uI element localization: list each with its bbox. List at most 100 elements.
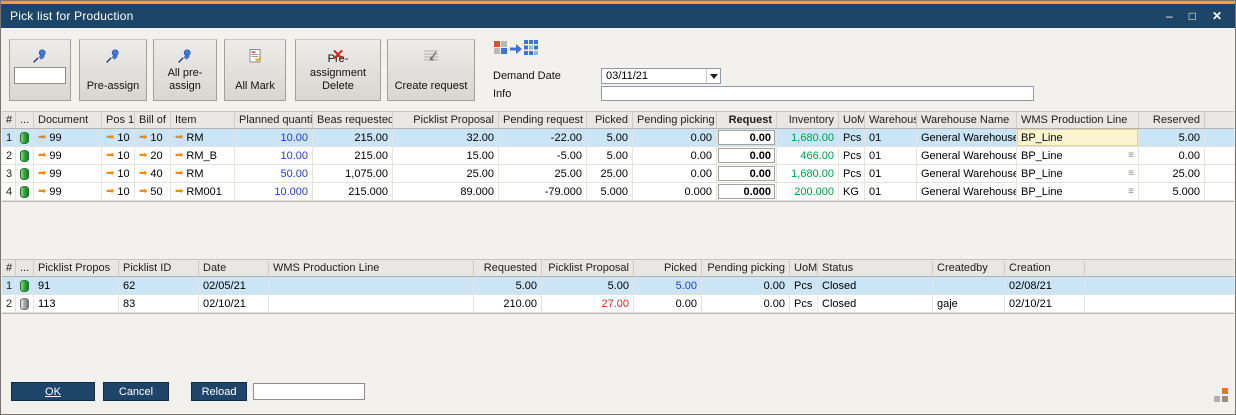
production-pick-cell[interactable]: 0.00 [633,129,717,146]
production-pick-cell[interactable]: ➡10 [102,183,135,200]
picklist-history-cell[interactable]: 02/10/21 [199,295,269,312]
production-pick-cell[interactable]: General Warehouse [917,183,1017,200]
production-pick-cell[interactable]: 1,075.00 [313,165,393,182]
production-pick-cell[interactable]: 0.000 [633,183,717,200]
production-pick-cell[interactable]: ➡10 [102,165,135,182]
production-pick-cell[interactable]: 89.000 [393,183,499,200]
production-pick-cell[interactable]: 01 [865,165,917,182]
choose-from-list-icon[interactable]: ≡ [1128,186,1134,197]
production-pick-cell[interactable]: 0.00 [717,147,777,164]
production-pick-column-header[interactable]: Inventory [777,112,839,128]
picklist-history-column-header[interactable]: Createdby [933,260,1005,276]
picklist-history-column-header[interactable]: Requested [474,260,542,276]
picklist-history-cell[interactable]: 5.00 [474,277,542,294]
production-pick-cell[interactable]: Pcs [839,129,865,146]
production-pick-cell[interactable]: ➡99 [34,147,102,164]
production-pick-cell[interactable]: ➡RM_B [171,147,235,164]
picklist-history-cell[interactable] [933,277,1005,294]
production-pick-column-header[interactable]: Warehouse Name [917,112,1017,128]
picklist-history-cell[interactable]: Pcs [790,295,818,312]
production-pick-cell[interactable] [16,183,34,200]
production-pick-cell[interactable] [16,165,34,182]
production-pick-cell[interactable]: ➡RM [171,129,235,146]
choose-from-list-icon[interactable]: ≡ [1128,150,1134,161]
link-arrow-icon[interactable]: ➡ [106,187,114,197]
picklist-history-row[interactable]: 1916202/05/215.005.005.000.00PcsClosed02… [2,277,1234,295]
pre-assign-button[interactable]: Pre-assign [79,39,147,101]
production-pick-cell[interactable]: -22.00 [499,129,587,146]
production-pick-column-header[interactable]: Pos 1 [102,112,135,128]
production-pick-cell[interactable]: ➡99 [34,165,102,182]
picklist-history-column-header[interactable]: Picklist Propos [34,260,119,276]
picklist-history-column-header[interactable]: Picklist Proposal [542,260,634,276]
production-pick-row[interactable]: 3➡99➡10➡40➡RM50.001,075.0025.0025.0025.0… [2,165,1234,183]
picklist-history-cell[interactable]: 27.00 [542,295,634,312]
picklist-history-cell[interactable] [269,277,474,294]
link-arrow-icon[interactable]: ➡ [139,151,147,161]
production-pick-row[interactable]: 4➡99➡10➡50➡RM00110.000215.00089.000-79.0… [2,183,1234,201]
production-pick-cell[interactable]: 5.000 [1139,183,1205,200]
production-pick-column-header[interactable]: Reserved [1139,112,1205,128]
picklist-history-column-header[interactable]: UoM [790,260,818,276]
picklist-history-column-header[interactable]: Pending picking [702,260,790,276]
production-pick-cell[interactable]: 3 [2,165,16,182]
production-pick-column-header[interactable]: Document [34,112,102,128]
picklist-history-column-header[interactable]: Status [818,260,933,276]
production-pick-cell[interactable]: 215.00 [313,147,393,164]
production-pick-cell[interactable]: 215.000 [313,183,393,200]
production-pick-cell[interactable]: 01 [865,183,917,200]
picklist-history-cell[interactable]: 83 [119,295,199,312]
link-arrow-icon[interactable]: ➡ [139,169,147,179]
picklist-history-cell[interactable] [16,295,34,312]
production-pick-cell[interactable]: 25.00 [499,165,587,182]
production-pick-cell[interactable]: General Warehouse [917,165,1017,182]
production-pick-column-header[interactable]: Picklist Proposal [393,112,499,128]
request-input[interactable]: 0.000 [718,184,775,199]
production-pick-cell[interactable]: 10.000 [235,183,313,200]
production-pick-row[interactable]: 1➡99➡10➡10➡RM10.00215.0032.00-22.005.000… [2,129,1234,147]
link-arrow-icon[interactable]: ➡ [175,151,183,161]
production-pick-cell[interactable]: 25.00 [1139,165,1205,182]
production-pick-cell[interactable]: ➡99 [34,183,102,200]
production-pick-cell[interactable]: 01 [865,129,917,146]
link-arrow-icon[interactable]: ➡ [175,133,183,143]
picklist-history-cell[interactable]: 0.00 [702,277,790,294]
production-pick-cell[interactable]: 200.000 [777,183,839,200]
production-pick-column-header[interactable]: Warehouse [865,112,917,128]
picklist-history-column-header[interactable]: # [2,260,16,276]
production-pick-column-header[interactable]: Planned quantity [235,112,313,128]
ok-button[interactable]: OK [11,382,95,401]
link-arrow-icon[interactable]: ➡ [38,133,46,143]
picklist-history-cell[interactable]: 62 [119,277,199,294]
production-pick-cell[interactable]: 5.000 [587,183,633,200]
link-arrow-icon[interactable]: ➡ [175,187,183,197]
production-pick-cell[interactable]: BP_Line≡ [1017,183,1139,200]
link-arrow-icon[interactable]: ➡ [106,169,114,179]
production-pick-cell[interactable]: 15.00 [393,147,499,164]
production-pick-cell[interactable]: -79.000 [499,183,587,200]
all-mark-button[interactable]: All Mark [224,39,286,101]
production-pick-cell[interactable]: KG [839,183,865,200]
picklist-history-cell[interactable]: 2 [2,295,16,312]
picklist-history-cell[interactable]: 91 [34,277,119,294]
production-pick-cell[interactable]: ➡99 [34,129,102,146]
production-pick-column-header[interactable]: # [2,112,16,128]
production-pick-cell[interactable]: -5.00 [499,147,587,164]
production-pick-cell[interactable]: ➡10 [135,129,171,146]
production-pick-cell[interactable]: 466.00 [777,147,839,164]
production-pick-cell[interactable]: 0.00 [633,147,717,164]
link-arrow-icon[interactable]: ➡ [139,187,147,197]
production-pick-cell[interactable]: General Warehouse [917,129,1017,146]
picklist-history-cell[interactable]: 02/08/21 [1005,277,1085,294]
production-pick-cell[interactable]: 5.00 [587,129,633,146]
production-pick-cell[interactable]: 50.00 [235,165,313,182]
production-pick-cell[interactable]: 5.00 [1139,129,1205,146]
request-input[interactable]: 0.00 [718,148,775,163]
picklist-history-cell[interactable] [269,295,474,312]
production-pick-column-header[interactable]: Beas requested [313,112,393,128]
production-pick-cell[interactable]: BP_Line≡ [1017,147,1139,164]
production-pick-column-header[interactable]: WMS Production Line [1017,112,1139,128]
choose-from-list-icon[interactable]: ≡ [1128,168,1134,179]
pin-value-input[interactable] [14,67,66,84]
production-pick-cell[interactable]: 215.00 [313,129,393,146]
